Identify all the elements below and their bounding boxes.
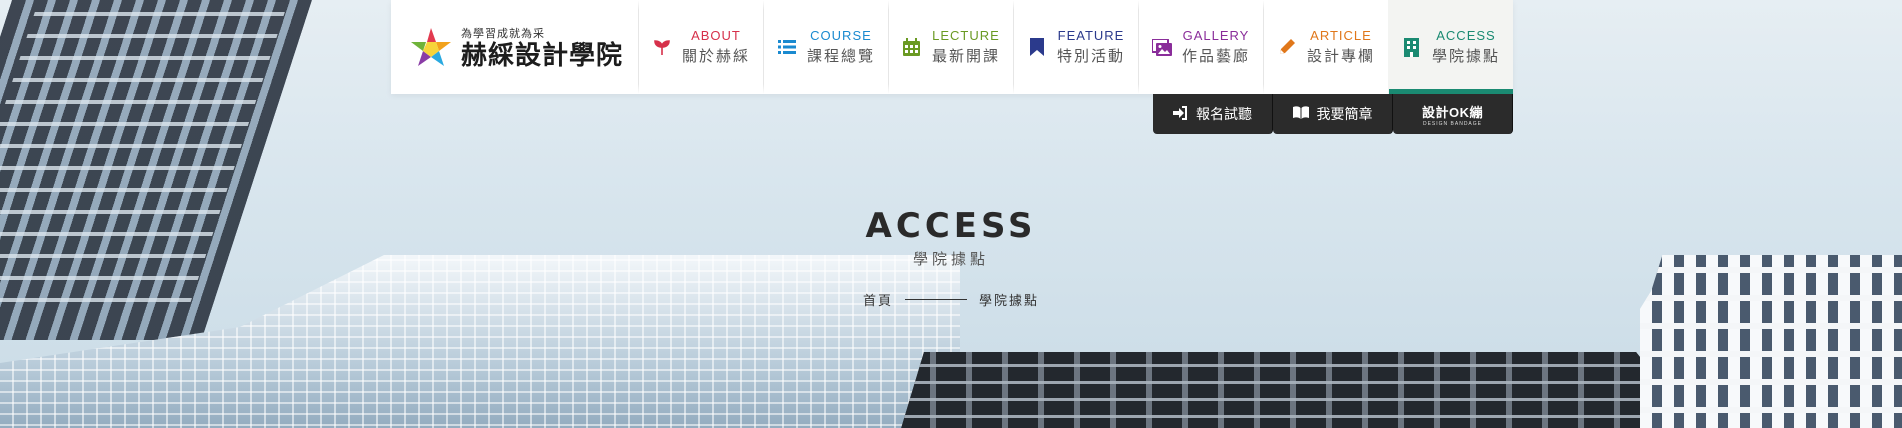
sprout-icon — [652, 37, 672, 57]
breadcrumb-current: 學院據點 — [979, 293, 1040, 308]
breadcrumb: 首頁 學院據點 — [0, 290, 1902, 309]
logo-slogan: 為學習成就為采 — [461, 27, 545, 40]
nav-item-access[interactable]: ACCESS 學院據點 — [1388, 0, 1513, 94]
building-icon — [1402, 37, 1422, 57]
quick-actions-bar: 報名試聽 我要簡章 設計OK繃 DESIGN BANDAGE — [1153, 94, 1513, 134]
breadcrumb-divider — [905, 299, 967, 300]
nav-feature-en: FEATURE — [1057, 28, 1125, 43]
star-logo-icon — [411, 28, 451, 66]
nav-item-about[interactable]: ABOUT 關於赫綵 — [638, 0, 763, 94]
pencil-icon — [1277, 37, 1297, 57]
calendar-icon — [902, 37, 922, 57]
trial-signup-button[interactable]: 報名試聽 — [1153, 94, 1273, 134]
sign-in-icon — [1173, 105, 1188, 123]
building-grid-floors — [900, 352, 1700, 428]
nav-item-course[interactable]: COURSE 課程總覽 — [763, 0, 888, 94]
building-right-floors — [1640, 255, 1902, 428]
page-heading: ACCESS 學院據點 — [0, 206, 1902, 269]
logo-name: 赫綵設計學院 — [461, 39, 624, 70]
nav-item-article[interactable]: ARTICLE 設計專欄 — [1263, 0, 1388, 94]
trial-signup-label: 報名試聽 — [1196, 106, 1252, 122]
nav-lecture-en: LECTURE — [932, 28, 1000, 43]
nav-article-en: ARTICLE — [1310, 28, 1372, 43]
book-open-icon — [1292, 106, 1309, 122]
nav-gallery-en: GALLERY — [1182, 28, 1250, 43]
nav-access-zh: 學院據點 — [1431, 48, 1500, 65]
nav-gallery-zh: 作品藝廊 — [1181, 48, 1250, 65]
nav-course-en: COURSE — [810, 28, 872, 43]
breadcrumb-home[interactable]: 首頁 — [863, 290, 893, 309]
main-nav: ABOUT 關於赫綵 COURSE 課程總覽 LECTURE 最新開課 FEAT… — [638, 0, 1513, 94]
nav-about-en: ABOUT — [691, 28, 741, 43]
design-bandage-label: 設計OK繃 — [1421, 104, 1483, 120]
design-bandage-sublabel: DESIGN BANDAGE — [1422, 120, 1482, 127]
nav-item-feature[interactable]: FEATURE 特別活動 — [1013, 0, 1138, 94]
nav-feature-zh: 特別活動 — [1056, 48, 1125, 65]
nav-item-gallery[interactable]: GALLERY 作品藝廊 — [1138, 0, 1263, 94]
site-header: 為學習成就為采 赫綵設計學院 ABOUT 關於赫綵 COURSE 課程總覽 LE… — [391, 0, 1513, 94]
site-logo[interactable]: 為學習成就為采 赫綵設計學院 — [391, 0, 638, 94]
nav-item-lecture[interactable]: LECTURE 最新開課 — [888, 0, 1013, 94]
bookmark-icon — [1027, 37, 1047, 57]
nav-lecture-zh: 最新開課 — [931, 48, 1000, 65]
nav-article-zh: 設計專欄 — [1306, 48, 1375, 65]
nav-access-en: ACCESS — [1436, 28, 1496, 43]
nav-about-zh: 關於赫綵 — [681, 48, 750, 65]
design-bandage-button[interactable]: 設計OK繃 DESIGN BANDAGE — [1393, 94, 1513, 134]
images-icon — [1151, 37, 1172, 57]
page-subtitle: 學院據點 — [912, 251, 989, 268]
page-title: ACCESS — [865, 206, 1037, 246]
handbook-button[interactable]: 我要簡章 — [1273, 94, 1393, 134]
list-icon — [777, 37, 797, 57]
handbook-label: 我要簡章 — [1316, 106, 1373, 122]
nav-course-zh: 課程總覽 — [806, 48, 875, 65]
